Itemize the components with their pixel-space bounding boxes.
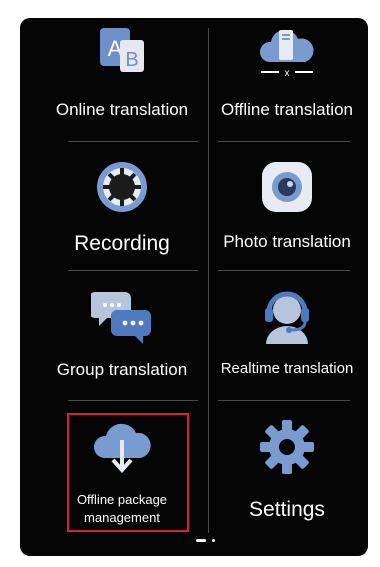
recording-icon <box>95 160 149 219</box>
realtime-translation-label: Realtime translation <box>220 360 354 377</box>
photo-translation-label: Photo translation <box>223 232 351 251</box>
chat-bubbles-icon <box>89 288 153 349</box>
page-indicator <box>196 538 215 542</box>
online-translation-tile[interactable]: A B Online translation <box>35 18 209 148</box>
offline-cloud-icon: x <box>259 26 315 83</box>
camera-icon <box>260 160 314 219</box>
realtime-translation-tile[interactable]: Realtime translation <box>200 276 368 406</box>
photo-translation-tile[interactable]: Photo translation <box>200 146 368 276</box>
app-screen: A B Online translation x Offline transla… <box>20 18 368 556</box>
menu-grid: A B Online translation x Offline transla… <box>20 18 368 543</box>
page-dot-active <box>196 538 206 542</box>
svg-text:B: B <box>125 49 138 71</box>
settings-tile[interactable]: Settings <box>200 406 368 536</box>
offline-translation-label: Offline translation <box>221 100 353 119</box>
group-translation-label: Group translation <box>56 360 188 379</box>
page-dot <box>212 538 215 542</box>
headset-icon <box>258 286 316 349</box>
settings-label: Settings <box>249 498 325 521</box>
group-translation-tile[interactable]: Group translation <box>35 276 209 406</box>
ab-translate-icon: A B <box>98 26 146 79</box>
selection-highlight <box>67 413 189 532</box>
recording-label: Recording <box>74 232 170 255</box>
online-translation-label: Online translation <box>55 100 189 119</box>
gear-icon <box>258 418 316 481</box>
offline-translation-tile[interactable]: x Offline translation <box>200 18 368 148</box>
svg-text:x: x <box>285 68 290 78</box>
recording-tile[interactable]: Recording <box>35 146 209 276</box>
